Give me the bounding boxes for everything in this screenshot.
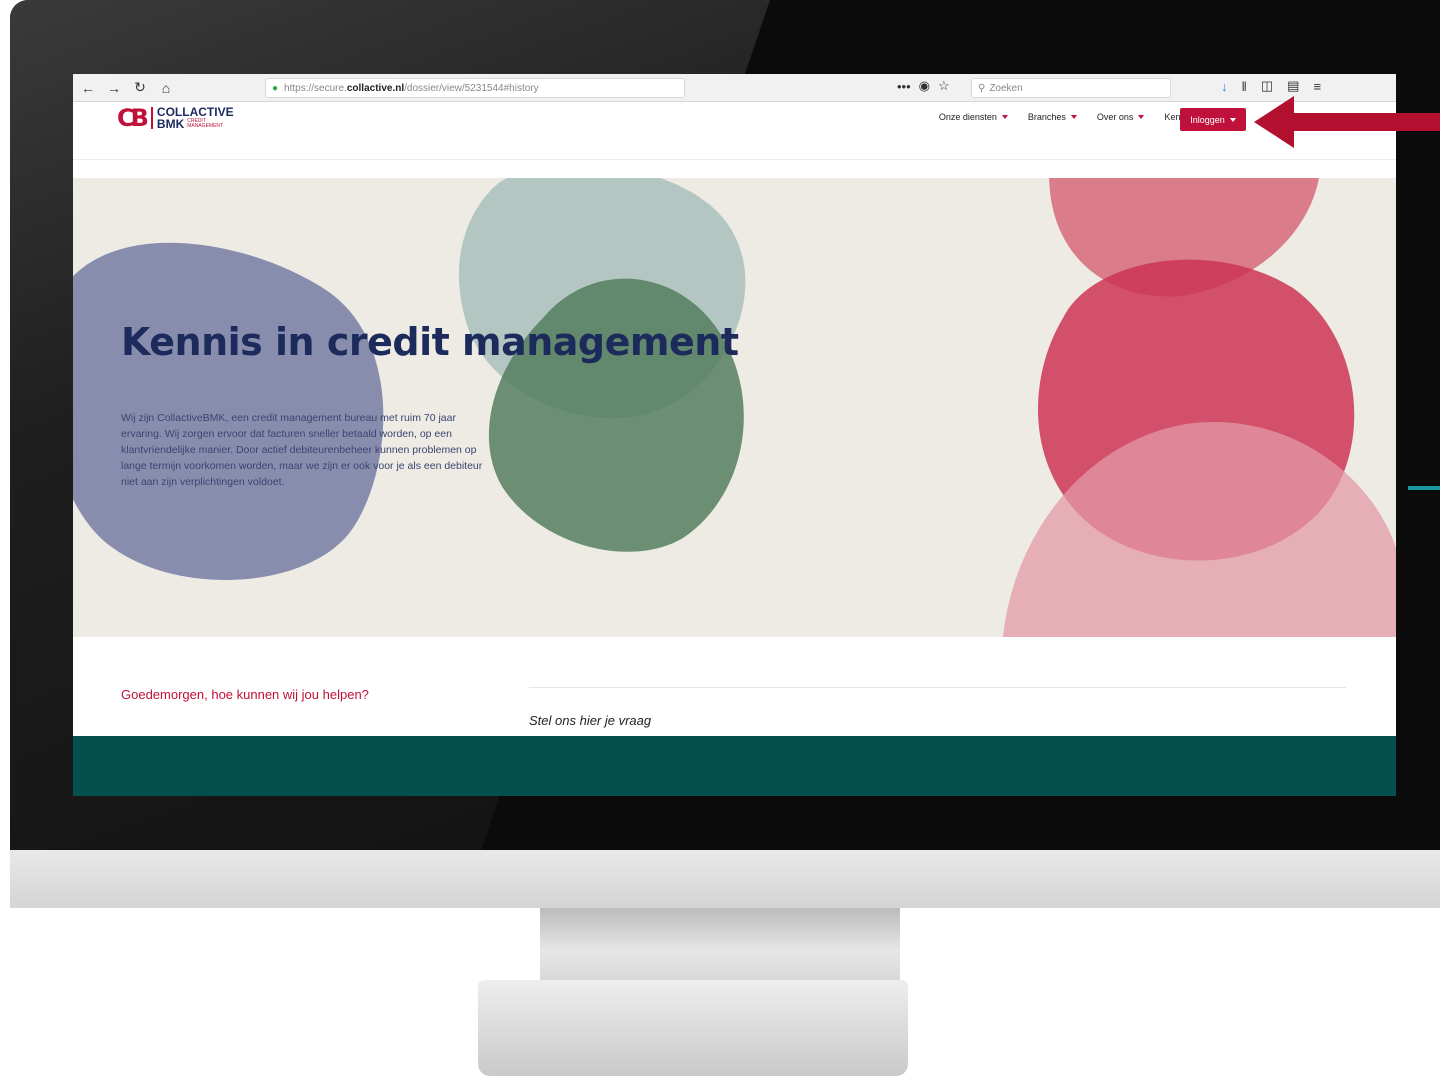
pocket-icon[interactable]: ◉: [919, 78, 930, 94]
url-path: /dossier/view/5231544#history: [404, 82, 539, 94]
help-section: Goedemorgen, hoe kunnen wij jou helpen? …: [73, 637, 1396, 736]
logo-sub: CREDIT MANAGEMENT: [187, 119, 223, 129]
question-input[interactable]: Stel ons hier je vraag: [529, 713, 651, 728]
hero-description: Wij zijn CollactiveBMK, een credit manag…: [121, 412, 483, 488]
hero-banner: Kennis in credit management Wij zijn Col…: [73, 178, 1396, 637]
monitor-screen: ← → ↻ ⌂ ● https://secure. collactive.nl …: [73, 74, 1396, 796]
url-domain: collactive.nl: [346, 82, 405, 94]
search-placeholder: Zoeken: [989, 82, 1023, 94]
address-bar[interactable]: ● https://secure. collactive.nl /dossier…: [265, 78, 685, 98]
collactive-logo[interactable]: CB COLLACTIVE BMK CREDIT MANAGEMENT: [117, 104, 234, 132]
logo-wordmark: COLLACTIVE BMK CREDIT MANAGEMENT: [157, 106, 234, 130]
logo-line2: BMK: [156, 117, 185, 131]
caret-down-icon: [1138, 115, 1145, 119]
page-actions: ••• ◉ ☆: [897, 78, 950, 94]
login-button[interactable]: Inloggen: [1180, 108, 1246, 131]
bookmark-star-icon[interactable]: ☆: [938, 78, 950, 94]
nav-label: Over ons: [1096, 112, 1134, 122]
monitor-stand-base: [478, 980, 908, 1076]
greeting-text: Goedemorgen, hoe kunnen wij jou helpen?: [121, 687, 369, 702]
home-icon[interactable]: ⌂: [155, 77, 177, 99]
download-icon[interactable]: ↓: [1221, 79, 1228, 94]
hamburger-menu-icon[interactable]: ≡: [1313, 79, 1321, 94]
login-label: Inloggen: [1190, 114, 1225, 125]
page: ← → ↻ ⌂ ● https://secure. collactive.nl …: [0, 0, 1440, 1079]
nav-label: Branches: [1027, 112, 1066, 122]
logo-divider: [150, 107, 153, 129]
nav-onze-diensten[interactable]: Onze diensten: [939, 112, 1008, 122]
logo-line2-group: BMK CREDIT MANAGEMENT: [157, 118, 234, 130]
caret-down-icon: [1070, 115, 1077, 119]
bezel-highlight: [1408, 486, 1440, 490]
caret-down-icon: [1229, 117, 1236, 122]
hero-blobs: [73, 178, 1396, 637]
caret-down-icon: [1001, 115, 1008, 119]
browser-search-field[interactable]: ⚲ Zoeken: [971, 78, 1171, 98]
red-arrow-annotation: [1254, 96, 1440, 148]
logo-sub2: MANAGEMENT: [187, 123, 224, 129]
browser-toolbar-icons: ↓ ‖ ◫ ▤ ≡: [1221, 78, 1321, 94]
monitor-chin: [10, 850, 1440, 908]
logo-mark: CB: [117, 104, 149, 132]
reader-view-icon[interactable]: ▤: [1287, 78, 1299, 94]
monitor-stand-neck: [540, 908, 900, 980]
question-input-underline: [529, 687, 1346, 688]
forward-arrow-icon[interactable]: →: [103, 77, 125, 99]
nav-over-ons[interactable]: Over ons: [1097, 112, 1145, 122]
reload-icon[interactable]: ↻: [129, 77, 151, 99]
url-prefix: https://secure.: [284, 82, 347, 94]
nav-label: Onze diensten: [938, 112, 997, 122]
page-actions-menu-icon[interactable]: •••: [897, 79, 911, 94]
back-arrow-icon[interactable]: ←: [77, 77, 99, 99]
site-header: CB COLLACTIVE BMK CREDIT MANAGEMENT Onze: [73, 102, 1396, 160]
footer-band: [73, 736, 1396, 796]
sidebar-icon[interactable]: ◫: [1261, 78, 1273, 94]
library-icon[interactable]: ‖: [1242, 79, 1247, 94]
browser-toolbar: ← → ↻ ⌂ ● https://secure. collactive.nl …: [73, 74, 1396, 102]
hero-title: Kennis in credit management: [121, 320, 739, 364]
nav-branches[interactable]: Branches: [1028, 112, 1077, 122]
lock-icon: ●: [272, 82, 279, 94]
arrow-head-shape: [1254, 96, 1440, 148]
search-icon: ⚲: [978, 82, 986, 94]
